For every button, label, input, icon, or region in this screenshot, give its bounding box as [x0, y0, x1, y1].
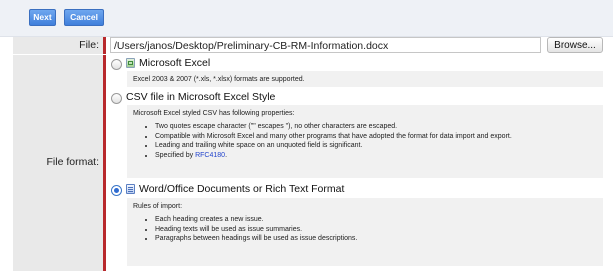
import-rules-list: Each heading creates a new issue. Headin… — [133, 215, 597, 243]
file-format-label-cell: File format: — [13, 55, 105, 271]
required-marker — [103, 55, 106, 271]
csv-radio[interactable] — [111, 93, 122, 104]
option-csv[interactable]: CSV file in Microsoft Excel Style — [111, 91, 605, 106]
excel-description: Excel 2003 & 2007 (*.xls, *.xlsx) format… — [127, 71, 603, 87]
file-format-label: File format: — [46, 156, 99, 168]
excel-file-icon — [126, 58, 135, 68]
rfc4180-link[interactable]: RFC4180 — [195, 152, 225, 159]
browse-button[interactable]: Browse... — [547, 37, 603, 53]
description-text: Excel 2003 & 2007 (*.xls, *.xlsx) format… — [133, 76, 305, 83]
word-description: Rules of import: Each heading creates a … — [127, 198, 603, 266]
list-item: Two quotes escape character ("" escapes … — [155, 122, 597, 131]
file-path-field[interactable]: /Users/janos/Desktop/Preliminary-CB-RM-I… — [110, 37, 541, 53]
description-text: Microsoft Excel styled CSV has following… — [133, 110, 295, 117]
toolbar: Next Cancel — [0, 0, 613, 37]
csv-properties-list: Two quotes escape character ("" escapes … — [133, 122, 597, 160]
option-title: CSV file in Microsoft Excel Style — [126, 91, 276, 103]
option-excel[interactable]: Microsoft Excel — [111, 57, 605, 72]
cancel-button[interactable]: Cancel — [64, 9, 104, 26]
word-document-icon — [126, 184, 135, 194]
list-item: Heading texts will be used as issue summ… — [155, 225, 597, 234]
option-title: Microsoft Excel — [139, 57, 211, 69]
specified-prefix: Specified by — [155, 151, 196, 159]
file-label-cell: File: — [13, 37, 105, 54]
list-item: Specified by RFC4180. — [155, 151, 597, 160]
file-label: File: — [79, 39, 99, 51]
option-title: Word/Office Documents or Rich Text Forma… — [139, 183, 345, 195]
list-item: Each heading creates a new issue. — [155, 215, 597, 224]
description-text: Rules of import: — [133, 203, 183, 210]
list-item: Leading and trailing white space on an u… — [155, 141, 597, 150]
list-item: Compatible with Microsoft Excel and many… — [155, 132, 597, 141]
next-button[interactable]: Next — [29, 9, 56, 26]
specified-suffix: . — [225, 151, 228, 159]
list-item: Paragraphs between headings will be used… — [155, 234, 597, 243]
csv-description: Microsoft Excel styled CSV has following… — [127, 105, 603, 178]
option-word[interactable]: Word/Office Documents or Rich Text Forma… — [111, 183, 605, 198]
word-radio-selected[interactable] — [111, 185, 122, 196]
required-marker — [103, 37, 106, 54]
excel-radio[interactable] — [111, 59, 122, 70]
